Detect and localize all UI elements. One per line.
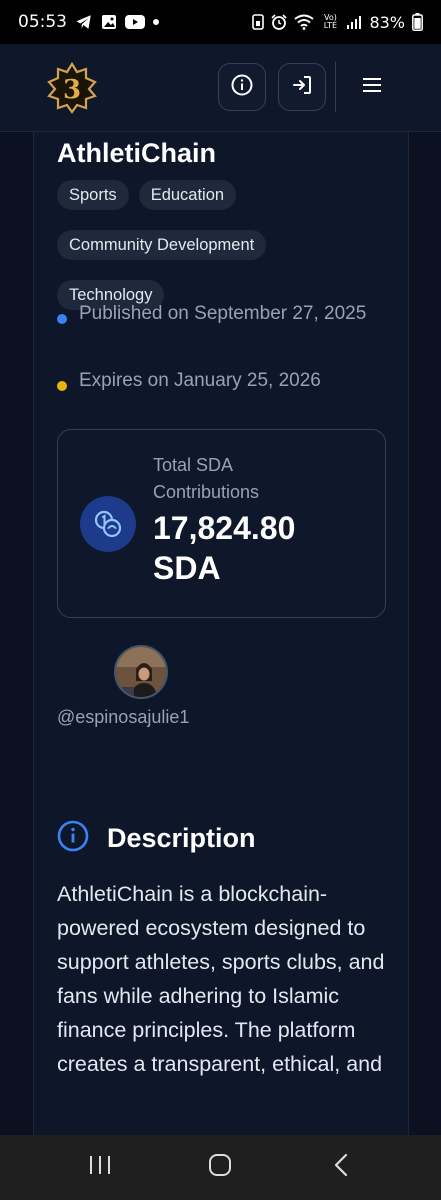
telegram-icon: [75, 13, 93, 31]
campaign-title: AthletiChain: [57, 138, 216, 168]
signal-icon: [346, 15, 362, 29]
description-title: Description: [107, 823, 256, 853]
hamburger-menu-icon: [362, 77, 382, 98]
login-icon: [291, 74, 313, 101]
back-icon: [333, 1153, 349, 1182]
battery-percent: 83%: [369, 12, 405, 32]
alarm-icon: [271, 14, 288, 30]
description-text: AthletiChain is a blockchain-powered eco…: [57, 882, 385, 1076]
recents-icon: [88, 1154, 112, 1181]
status-time: 05:53: [18, 12, 67, 32]
tag-education[interactable]: Education: [138, 180, 237, 210]
creator-username[interactable]: @espinosajulie1: [57, 707, 189, 728]
hamburger-menu-button[interactable]: [352, 63, 392, 111]
info-icon: [57, 820, 89, 857]
status-bar: 05:53 Vo) LTE 83%: [0, 0, 441, 44]
status-left: 05:53: [18, 12, 159, 32]
creator-avatar[interactable]: [114, 645, 168, 699]
login-button[interactable]: [278, 63, 326, 111]
brand-logo-icon[interactable]: 3: [46, 61, 98, 114]
contributions-card: Total SDA Contributions 17,824.80 SDA: [57, 429, 386, 618]
expires-date-row: Expires on January 25, 2026: [57, 367, 377, 395]
sim-icon: [252, 14, 265, 30]
tag-community-development[interactable]: Community Development: [57, 230, 267, 260]
expires-dot: [57, 381, 67, 391]
info-icon: [231, 74, 253, 101]
recents-button[interactable]: [70, 1143, 130, 1193]
svg-text:3: 3: [63, 75, 81, 105]
tag-list: Sports Education Community Development T…: [57, 180, 397, 310]
tag-sports[interactable]: Sports: [57, 180, 129, 210]
back-button[interactable]: [311, 1143, 371, 1193]
info-button[interactable]: [218, 63, 266, 111]
app-header: 3: [0, 44, 441, 132]
contributions-value: 17,824.80 SDA: [153, 510, 296, 586]
youtube-icon: [125, 15, 145, 29]
published-date: Published on September 27, 2025: [79, 303, 367, 324]
status-right: Vo) LTE 83%: [252, 13, 423, 32]
volte-label: Vo) LTE: [323, 13, 338, 30]
contributions-label: Total SDA Contributions: [153, 455, 260, 502]
expires-date: Expires on January 25, 2026: [79, 370, 321, 391]
volte-icon: Vo) LTE: [321, 14, 339, 30]
battery-icon: [412, 13, 423, 31]
home-icon: [208, 1153, 232, 1182]
wifi-icon: [294, 14, 315, 30]
description-header: Description: [57, 820, 256, 857]
system-nav-bar: [0, 1135, 441, 1200]
coins-icon: [80, 496, 136, 552]
published-dot: [57, 314, 67, 324]
dot-icon: [153, 19, 159, 25]
campaign-content: AthletiChain Sports Education Community …: [33, 132, 409, 1135]
home-button[interactable]: [190, 1143, 250, 1193]
header-divider: [335, 62, 336, 112]
published-date-row: Published on September 27, 2025: [57, 300, 377, 328]
gallery-icon: [101, 14, 117, 30]
